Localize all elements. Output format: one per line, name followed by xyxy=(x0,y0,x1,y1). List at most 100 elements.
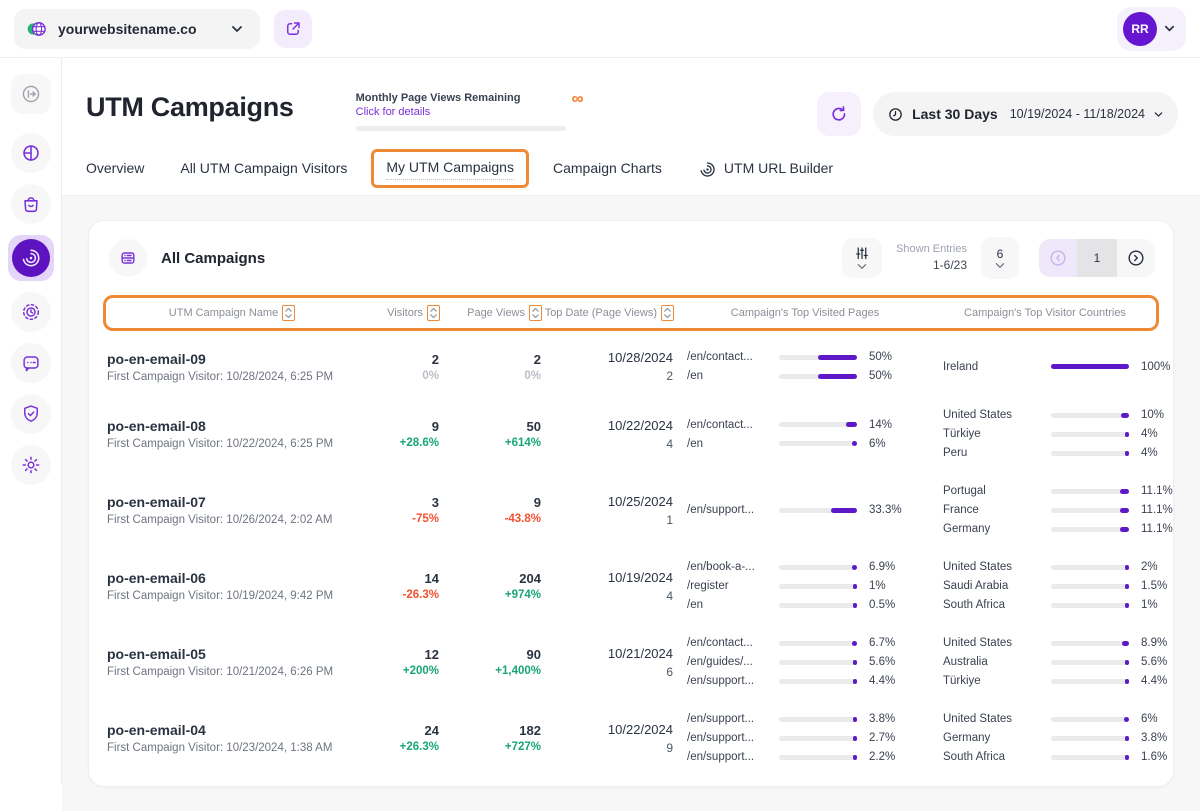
visitors-delta: +26.3% xyxy=(355,741,439,753)
quota-widget: Monthly Page Views Remaining Click for d… xyxy=(356,92,584,131)
tab-overview[interactable]: Overview xyxy=(86,160,144,180)
metric-row: Ireland100% xyxy=(943,361,1174,373)
table-row[interactable]: po-en-email-05 First Campaign Visitor: 1… xyxy=(91,624,1171,700)
radar-icon xyxy=(12,239,50,277)
page-views-delta: 0% xyxy=(439,370,541,382)
sort-icon[interactable] xyxy=(661,305,674,321)
tab-utm-url-builder[interactable]: UTM URL Builder xyxy=(698,160,833,180)
metric-percent: 1.5% xyxy=(1141,580,1174,592)
sort-icon[interactable] xyxy=(282,305,295,321)
metric-bar-fill xyxy=(1121,413,1129,418)
tab-all-utm-campaign-visitors[interactable]: All UTM Campaign Visitors xyxy=(180,160,347,180)
table-row[interactable]: po-en-email-07 First Campaign Visitor: 1… xyxy=(91,472,1171,548)
visitors-delta: 0% xyxy=(355,370,439,382)
next-page-button[interactable] xyxy=(1117,239,1155,277)
metric-label: Germany xyxy=(943,523,1051,535)
campaign-name: po-en-email-06 xyxy=(107,570,355,586)
metric-bar-fill xyxy=(1120,489,1129,494)
metric-percent: 2.7% xyxy=(869,732,903,744)
shopping-bag-icon xyxy=(20,193,42,215)
sidebar-item-sessions[interactable] xyxy=(11,292,51,332)
campaign-first-visitor: First Campaign Visitor: 10/22/2024, 6:25… xyxy=(107,438,355,450)
tab-campaign-charts[interactable]: Campaign Charts xyxy=(553,160,662,180)
refresh-button[interactable] xyxy=(817,92,861,136)
sort-icon[interactable] xyxy=(427,305,440,321)
sidebar-item-dashboard[interactable] xyxy=(11,133,51,173)
metric-label: /en/book-a-... xyxy=(687,561,779,573)
table-header-highlight: UTM Campaign Name Visitors Page Views To… xyxy=(103,295,1159,331)
metric-bar xyxy=(1051,755,1129,760)
table-row[interactable]: po-en-email-08 First Campaign Visitor: 1… xyxy=(91,396,1171,472)
metric-row: /en50% xyxy=(687,370,935,382)
column-header-top-date[interactable]: Top Date (Page Views) xyxy=(542,305,674,321)
visitors-value: 14 xyxy=(355,571,439,586)
shield-check-icon xyxy=(20,403,42,425)
top-countries-cell: United States6%Germany3.8%South Africa1.… xyxy=(935,713,1174,763)
metric-label: United States xyxy=(943,713,1051,725)
page-views-value: 2 xyxy=(439,352,541,367)
metric-percent: 3.8% xyxy=(869,713,903,725)
top-pages-cell: /en/support...33.3% xyxy=(673,504,935,516)
table-row[interactable]: po-en-email-06 First Campaign Visitor: 1… xyxy=(91,548,1171,624)
page-size-select[interactable]: 6 xyxy=(981,237,1019,279)
metric-bar-fill xyxy=(852,565,857,570)
metric-percent: 5.6% xyxy=(869,656,903,668)
sidebar-item-store[interactable] xyxy=(11,184,51,224)
main-area: UTM Campaigns Monthly Page Views Remaini… xyxy=(62,58,1200,784)
metric-bar xyxy=(1051,413,1129,418)
column-header-campaign-name[interactable]: UTM Campaign Name xyxy=(108,305,356,321)
current-page: 1 xyxy=(1077,239,1117,277)
visitors-cell: 9 +28.6% xyxy=(355,419,439,449)
sidebar-item-feedback[interactable] xyxy=(11,343,51,383)
top-date-cell: 10/25/2024 1 xyxy=(541,494,673,527)
metric-bar xyxy=(1051,603,1129,608)
chevron-down-icon xyxy=(857,263,867,270)
top-bar: yourwebsitename.co RR xyxy=(0,0,1200,58)
top-date-value: 10/19/2024 xyxy=(541,570,673,585)
metric-bar xyxy=(779,355,857,360)
tab-my-utm-campaigns[interactable]: My UTM Campaigns xyxy=(371,149,529,188)
page-views-delta: -43.8% xyxy=(439,513,541,525)
metric-bar xyxy=(779,374,857,379)
metric-bar-fill xyxy=(1125,679,1129,684)
metric-row: /register1% xyxy=(687,580,935,592)
top-pages-cell: /en/contact...6.7%/en/guides/...5.6%/en/… xyxy=(673,637,935,687)
column-header-page-views[interactable]: Page Views xyxy=(440,305,542,321)
card-title: All Campaigns xyxy=(161,250,265,267)
campaign-name: po-en-email-09 xyxy=(107,351,355,367)
top-countries-cell: United States2%Saudi Arabia1.5%South Afr… xyxy=(935,561,1174,611)
metric-label: Germany xyxy=(943,732,1051,744)
site-selector[interactable]: yourwebsitename.co xyxy=(14,9,260,49)
user-menu[interactable]: RR xyxy=(1117,7,1186,51)
quota-details-link[interactable]: Click for details xyxy=(356,106,521,118)
column-header-visitors[interactable]: Visitors xyxy=(356,305,440,321)
sliders-icon xyxy=(853,246,871,262)
prev-page-button[interactable] xyxy=(1039,239,1077,277)
metric-label: /en/support... xyxy=(687,732,779,744)
metric-row: Peru4% xyxy=(943,447,1174,459)
gear-icon xyxy=(20,454,42,476)
sidebar-item-settings[interactable] xyxy=(11,445,51,485)
sidebar-collapse-button[interactable] xyxy=(11,74,51,114)
open-site-button[interactable] xyxy=(274,10,312,48)
metric-percent: 33.3% xyxy=(869,504,903,516)
sidebar-item-privacy[interactable] xyxy=(11,394,51,434)
page-views-cell: 9 -43.8% xyxy=(439,495,541,525)
page-views-value: 182 xyxy=(439,723,541,738)
table-row[interactable]: po-en-email-04 First Campaign Visitor: 1… xyxy=(91,700,1171,776)
campaign-name: po-en-email-05 xyxy=(107,646,355,662)
table-row[interactable]: po-en-email-09 First Campaign Visitor: 1… xyxy=(91,337,1171,396)
metric-bar xyxy=(1051,717,1129,722)
globe-icon xyxy=(26,18,48,40)
visitors-cell: 3 -75% xyxy=(355,495,439,525)
metric-bar-fill xyxy=(831,508,857,513)
external-link-icon xyxy=(284,20,302,38)
sidebar-item-campaigns-active[interactable] xyxy=(8,235,54,281)
card-header: All Campaigns Shown Entries 1-6/23 xyxy=(89,221,1173,293)
filter-button[interactable] xyxy=(842,238,882,278)
top-date-value: 10/22/2024 xyxy=(541,418,673,433)
sort-icon[interactable] xyxy=(529,305,542,321)
chat-bubble-icon xyxy=(20,352,42,374)
date-range-picker[interactable]: Last 30 Days 10/19/2024 - 11/18/2024 xyxy=(873,92,1178,136)
visitors-delta: +200% xyxy=(355,665,439,677)
